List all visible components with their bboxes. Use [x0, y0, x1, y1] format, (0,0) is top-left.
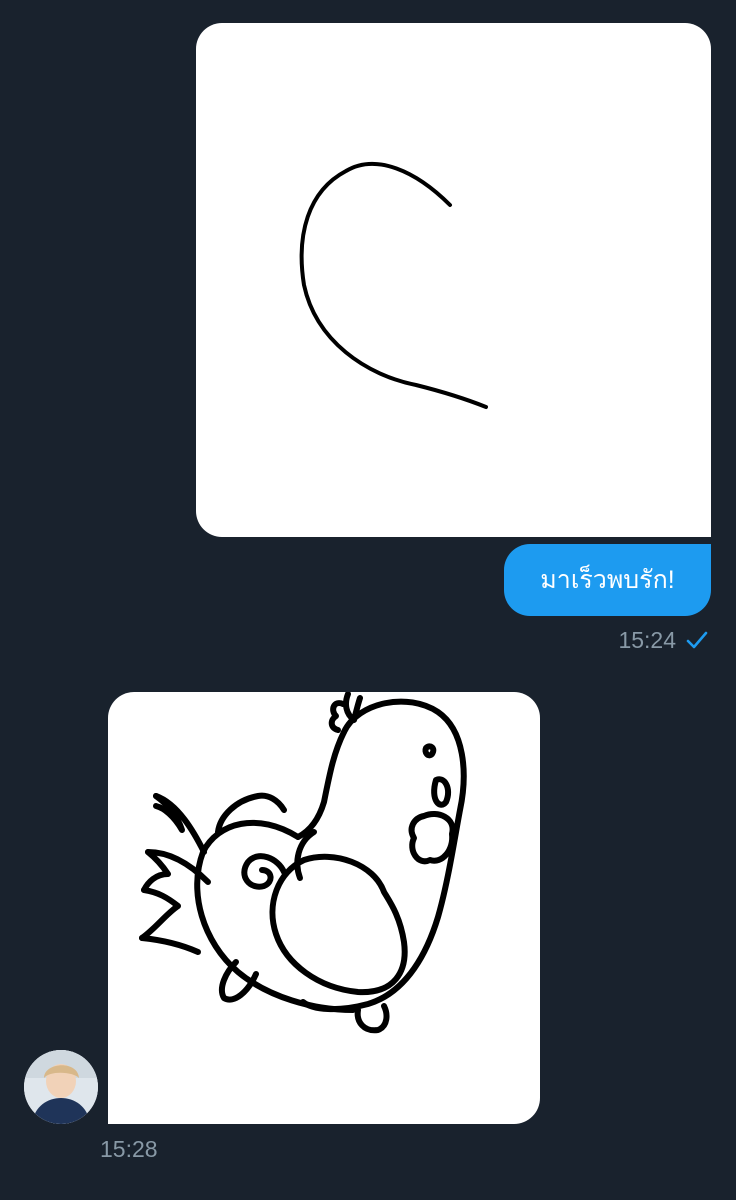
sent-message-text: มาเร็วพบรัก! — [540, 566, 675, 594]
sent-message-bubble[interactable]: มาเร็วพบรัก! — [504, 544, 711, 616]
sent-message-meta: 15:24 — [618, 624, 708, 656]
avatar-photo — [24, 1050, 98, 1124]
received-message-meta: 15:28 — [100, 1133, 158, 1165]
received-timestamp: 15:28 — [100, 1136, 158, 1162]
check-icon — [686, 630, 708, 650]
avatar[interactable] — [24, 1050, 98, 1124]
sent-image-drawing[interactable] — [196, 23, 711, 537]
rooster-icon — [139, 692, 467, 1034]
received-image-drawing[interactable] — [108, 692, 540, 1124]
sent-timestamp: 15:24 — [618, 626, 676, 653]
half-heart-icon — [299, 161, 488, 409]
